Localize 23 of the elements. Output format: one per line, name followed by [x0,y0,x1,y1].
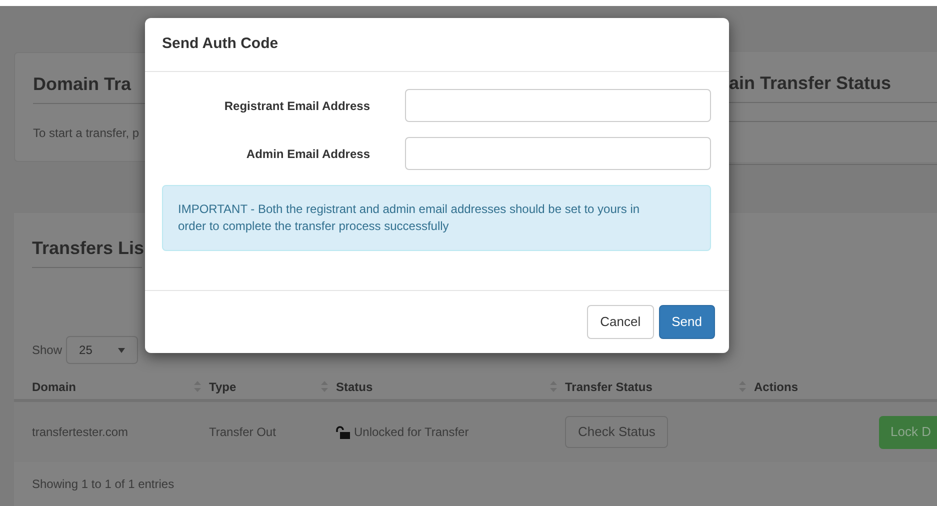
table-cell: transfertester.com [32,425,128,439]
table-cell: Transfer Out [209,425,276,439]
email-field[interactable] [405,137,711,170]
cancel-button[interactable]: Cancel [587,305,654,339]
panel-description: To start a transfer, p [33,125,140,142]
column-header[interactable]: Domain [32,378,76,396]
field-label: Admin Email Address [245,146,370,162]
lock-button[interactable]: Lock D [878,416,937,448]
modal-title: Send Auth Code [162,34,278,54]
column-header[interactable]: Type [209,378,236,396]
check-status-button[interactable]: Check Status [565,416,668,448]
caret-icon [118,348,126,352]
email-field[interactable] [405,89,711,122]
info-alert: IMPORTANT - Both the registrant and admin email addresses should be set to yours in order to complete the transfer process successfully [162,185,711,251]
column-header[interactable]: Actions [754,378,798,396]
show-label: Show [32,342,62,359]
entries-info: Showing 1 to 1 of 1 entries [32,476,176,493]
table-cell-text: Unlocked for Transfer [354,424,469,441]
panel-title: Transfers Lis [32,235,142,268]
page-size-select[interactable]: 25 [66,336,138,364]
send-button[interactable]: Send [658,305,715,339]
column-header[interactable]: Status [336,378,373,396]
column-header[interactable]: Transfer Status [565,378,652,396]
